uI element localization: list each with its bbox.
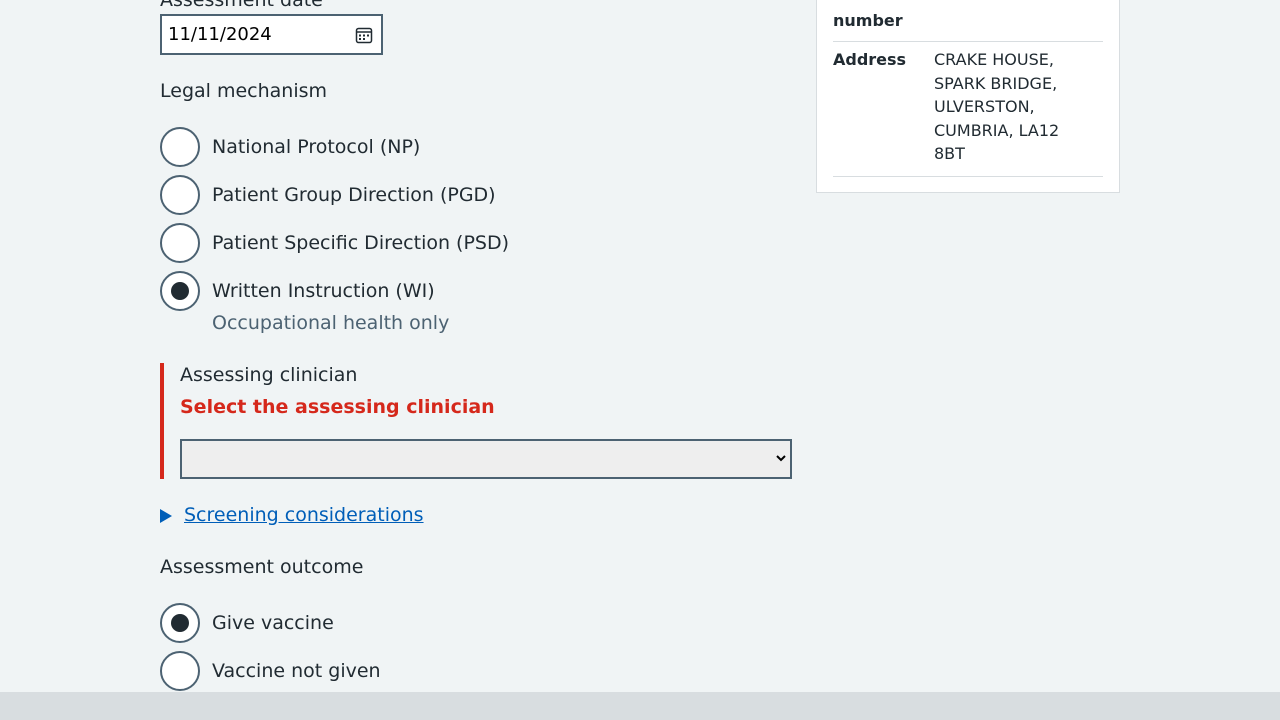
page: Assessment date 11/11/2024 Legal mechani… (0, 0, 1280, 720)
calendar-icon[interactable] (355, 26, 373, 44)
address-value: CRAKE HOUSE, SPARK BRIDGE, ULVERSTON, CU… (934, 48, 1084, 166)
assessment-date-input[interactable]: 11/11/2024 (160, 14, 383, 55)
patient-details-card: number Address CRAKE HOUSE, SPARK BRIDGE… (816, 0, 1120, 193)
assessment-date-label: Assessment date (160, 0, 323, 11)
assessment-outcome-label: Assessment outcome (160, 556, 364, 578)
radio-national-protocol[interactable]: National Protocol (NP) (160, 127, 420, 167)
radio-button-selected[interactable] (160, 271, 200, 311)
radio-label[interactable]: Patient Specific Direction (PSD) (212, 231, 509, 255)
legal-mechanism-label: Legal mechanism (160, 80, 328, 102)
radio-give-vaccine[interactable]: Give vaccine (160, 603, 334, 643)
address-line: SPARK BRIDGE, (934, 73, 1058, 93)
error-message: Select the assessing clinician (180, 396, 495, 418)
chevron-down-icon (776, 455, 786, 462)
number-key: number (833, 11, 903, 30)
radio-patient-group-direction[interactable]: Patient Group Direction (PGD) (160, 175, 496, 215)
radio-label[interactable]: Written Instruction (WI) (212, 279, 435, 303)
radio-vaccine-not-given[interactable]: Vaccine not given (160, 651, 381, 691)
radio-label[interactable]: Patient Group Direction (PGD) (212, 183, 496, 207)
radio-label[interactable]: Give vaccine (212, 611, 334, 635)
radio-label[interactable]: National Protocol (NP) (212, 135, 420, 159)
radio-button[interactable] (160, 175, 200, 215)
divider (833, 41, 1103, 42)
address-line: ULVERSTON, (934, 97, 1035, 116)
assessment-date-value: 11/11/2024 (168, 24, 272, 45)
divider (833, 176, 1103, 177)
assessing-clinician-select[interactable] (180, 439, 792, 479)
radio-written-instruction[interactable]: Written Instruction (WI) (160, 271, 435, 311)
radio-button[interactable] (160, 223, 200, 263)
expand-triangle-icon[interactable] (160, 509, 172, 523)
radio-label[interactable]: Vaccine not given (212, 659, 381, 683)
address-line: 8BT (934, 144, 965, 163)
address-line: CUMBRIA, LA12 (934, 120, 1060, 140)
screening-considerations-details[interactable]: Screening considerations (160, 503, 424, 527)
radio-button-selected[interactable] (160, 603, 200, 643)
radio-button[interactable] (160, 127, 200, 167)
radio-patient-specific-direction[interactable]: Patient Specific Direction (PSD) (160, 223, 509, 263)
assessing-clinician-label: Assessing clinician (180, 364, 358, 386)
screening-considerations-link[interactable]: Screening considerations (184, 503, 424, 527)
bottom-bar (0, 692, 1280, 720)
assessing-clinician-error-group: Assessing clinician Select the assessing… (160, 363, 804, 479)
address-key: Address (833, 50, 907, 69)
address-line: CRAKE HOUSE, (934, 50, 1054, 69)
radio-button[interactable] (160, 651, 200, 691)
written-instruction-hint: Occupational health only (212, 312, 450, 334)
